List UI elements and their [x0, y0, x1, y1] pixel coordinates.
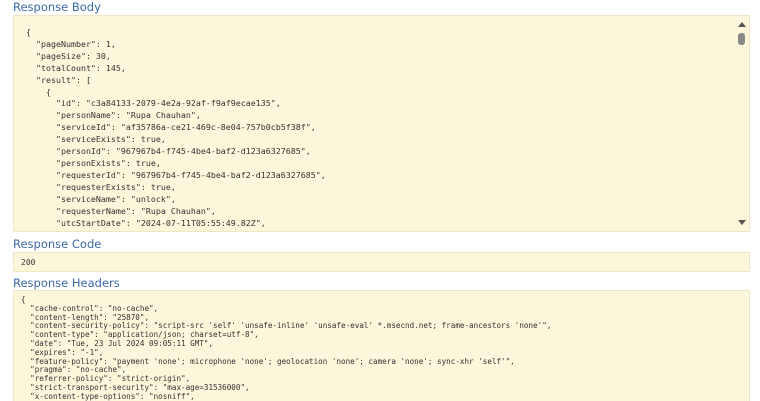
response-body-code[interactable]: { "pageNumber": 1, "pageSize": 30, "tota… — [26, 27, 326, 231]
response-code-panel: 200 — [13, 252, 750, 272]
response-code-title: Response Code — [13, 237, 102, 251]
scroll-up-arrow-icon[interactable] — [738, 22, 746, 27]
response-body-panel[interactable]: { "pageNumber": 1, "pageSize": 30, "tota… — [13, 15, 750, 232]
response-body-title: Response Body — [13, 0, 101, 14]
scroll-down-arrow-icon[interactable] — [738, 220, 746, 225]
response-headers-code[interactable]: { "cache-control": "no-cache", "content-… — [21, 295, 551, 401]
scroll-thumb[interactable] — [738, 33, 745, 45]
response-headers-panel[interactable]: { "cache-control": "no-cache", "content-… — [13, 290, 750, 401]
response-body-scrollbar[interactable] — [735, 16, 749, 231]
response-headers-title: Response Headers — [13, 276, 120, 290]
response-code-value: 200 — [21, 258, 36, 267]
